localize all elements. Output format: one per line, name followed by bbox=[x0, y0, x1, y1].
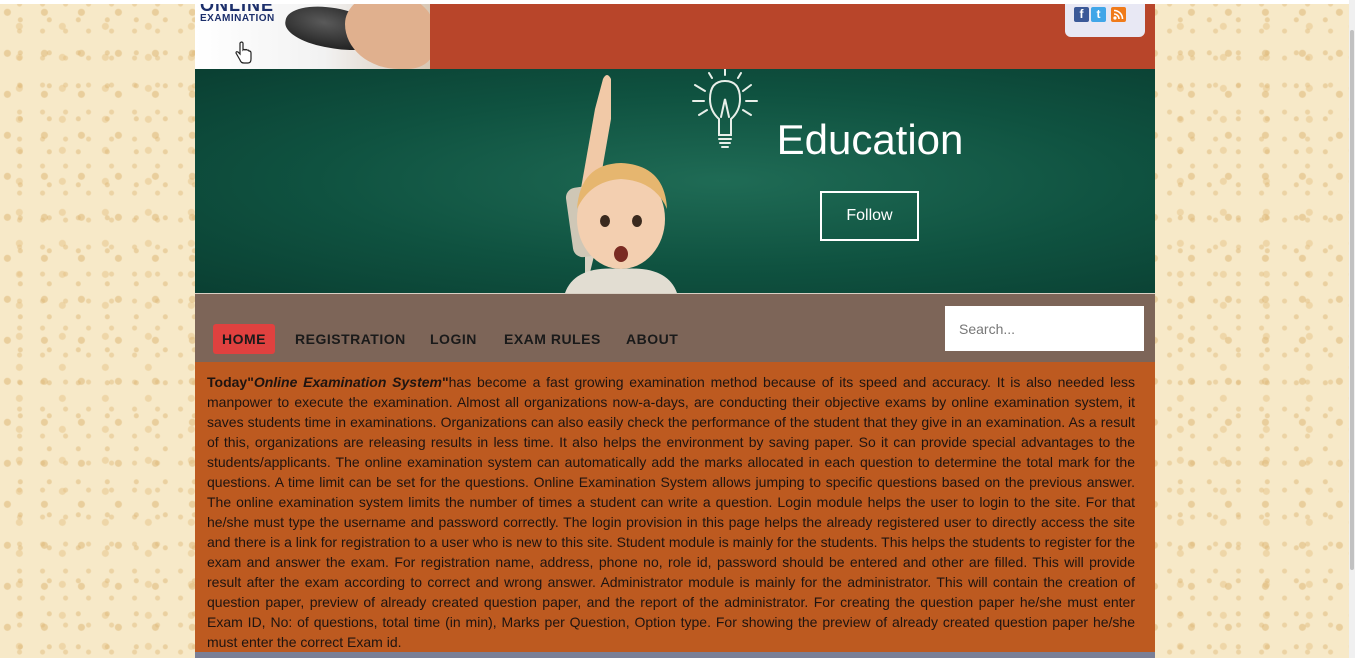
hero-banner: Education Follow bbox=[195, 69, 1155, 293]
intro-quote-close: " bbox=[442, 374, 449, 390]
nav-item-login[interactable]: LOGIN bbox=[430, 324, 477, 354]
follow-button[interactable]: Follow bbox=[820, 191, 919, 241]
rss-glyph bbox=[1113, 9, 1124, 20]
intro-paragraph: Today"Online Examination System"has beco… bbox=[207, 372, 1135, 652]
search-input[interactable] bbox=[945, 306, 1144, 351]
nav-item-registration[interactable]: REGISTRATION bbox=[295, 324, 406, 354]
nav-item-exam-rules[interactable]: EXAM RULES bbox=[504, 324, 601, 354]
page-container: ONLINE EXAMINATION f t Education Follow … bbox=[195, 4, 1155, 658]
scrollbar-thumb[interactable] bbox=[1350, 30, 1354, 570]
hand-image bbox=[345, 4, 430, 69]
logo-line2: EXAMINATION bbox=[200, 13, 275, 24]
intro-body: has become a fast growing examination me… bbox=[207, 374, 1136, 650]
main-content: Today"Online Examination System"has beco… bbox=[195, 362, 1155, 652]
hand-cursor-icon bbox=[235, 41, 252, 64]
logo-text: ONLINE EXAMINATION bbox=[200, 4, 275, 24]
child-image bbox=[565, 75, 677, 293]
scrollbar[interactable] bbox=[1349, 0, 1355, 658]
system-name: Online Examination System bbox=[253, 374, 442, 390]
intro-lead: Today" bbox=[207, 374, 254, 390]
site-logo[interactable]: ONLINE EXAMINATION bbox=[195, 4, 430, 69]
site-header: ONLINE EXAMINATION f t bbox=[195, 4, 1155, 69]
nav-item-home[interactable]: HOME bbox=[213, 324, 275, 354]
footer-strip bbox=[195, 652, 1155, 658]
social-links: f t bbox=[1065, 4, 1145, 37]
hero-title: Education bbox=[776, 116, 964, 163]
main-nav: HOME REGISTRATION LOGIN EXAM RULES ABOUT bbox=[195, 294, 1155, 362]
rss-icon[interactable] bbox=[1111, 7, 1126, 22]
nav-item-about[interactable]: ABOUT bbox=[626, 324, 678, 354]
facebook-icon[interactable]: f bbox=[1074, 7, 1089, 22]
twitter-icon[interactable]: t bbox=[1091, 7, 1106, 22]
